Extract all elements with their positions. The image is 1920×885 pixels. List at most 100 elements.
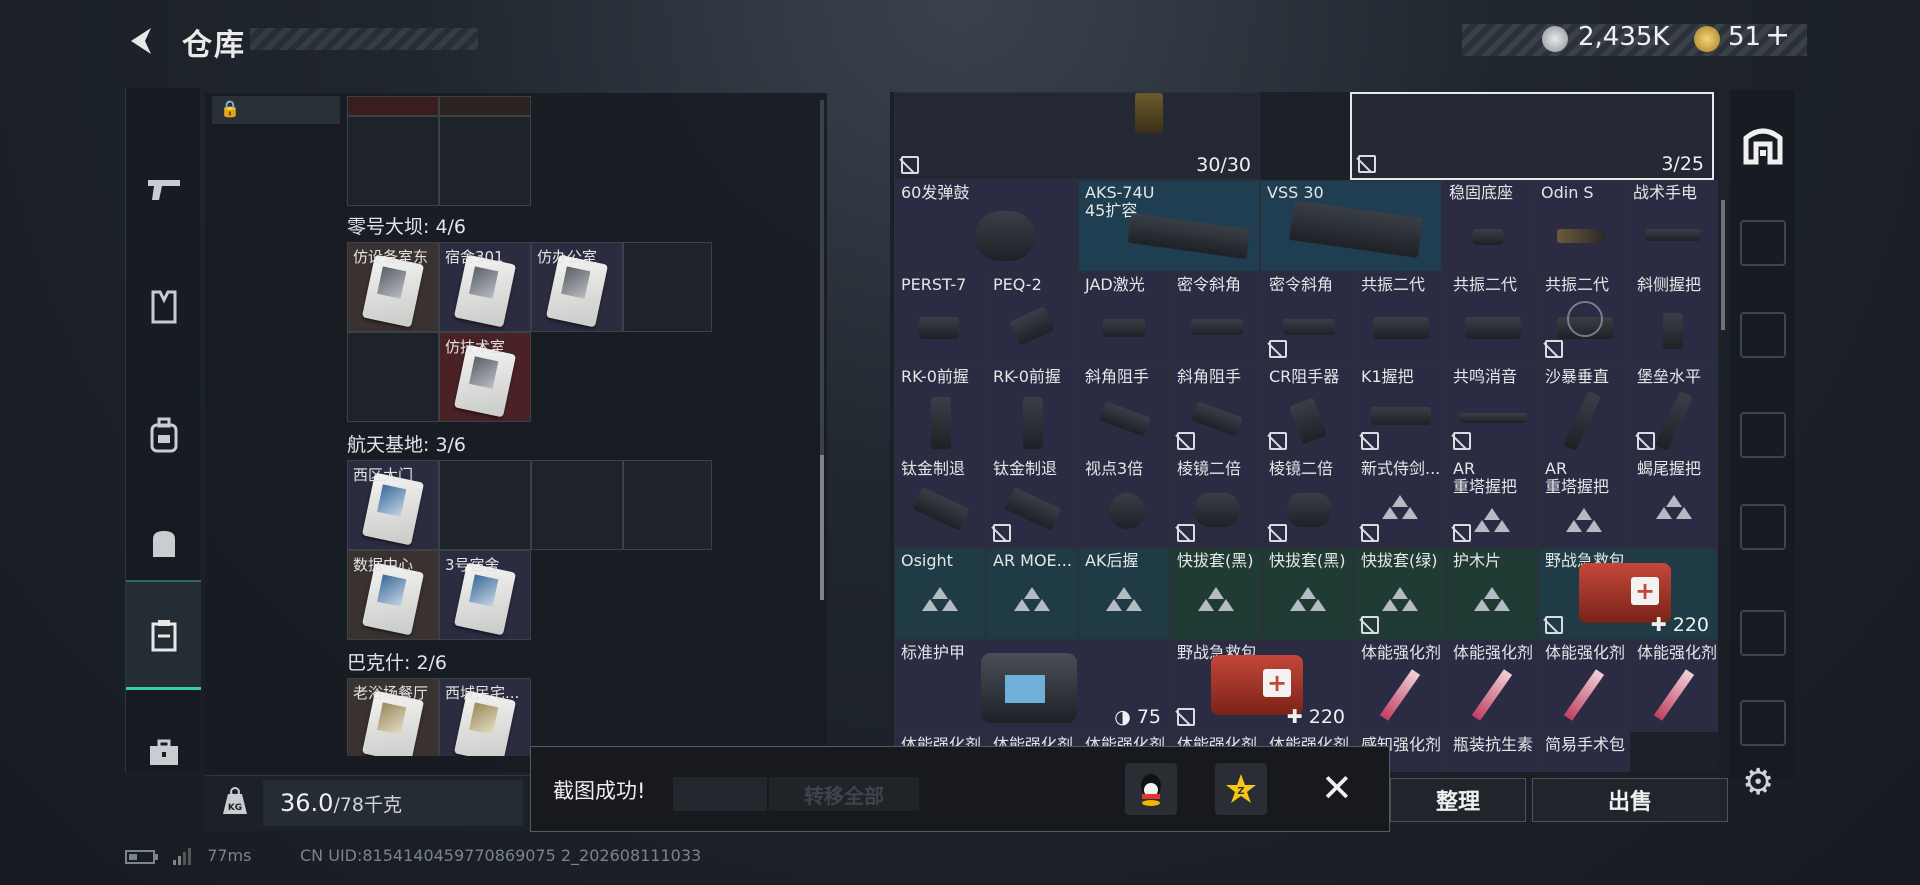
inventory-item[interactable]: VSS 30 [1260,180,1442,272]
inventory-item[interactable]: 瓶装抗生素 [1446,732,1538,772]
storage-tab-5-icon[interactable] [1740,610,1786,656]
nav-weapons[interactable] [126,134,201,244]
inventory-item[interactable]: 视点3倍 [1078,456,1170,548]
grid-cell[interactable] [347,332,439,422]
inventory-item[interactable]: 护木片 [1446,548,1538,640]
inventory-item[interactable]: RK-0前握 [894,364,986,456]
inventory-item[interactable]: Osight [894,548,986,640]
inventory-item[interactable]: 体能强化剂 [1354,640,1446,732]
inventory-item[interactable]: PEQ-2 [986,272,1078,364]
inventory-item[interactable]: 蝎尾握把 [1630,456,1718,548]
nav-case[interactable] [126,698,201,808]
inventory-item[interactable]: 密令斜角 [1262,272,1354,364]
inventory-item[interactable]: 快拔套(绿) [1354,548,1446,640]
inventory-item[interactable]: 共振二代 [1446,272,1538,364]
inventory-item[interactable]: 野战急救包 + ✚ 220 [1170,640,1354,732]
inventory-item[interactable]: 稳固底座 [1442,180,1534,272]
locked-slot[interactable]: 🔒 [212,96,340,124]
inventory-item[interactable]: 共振二代 [1354,272,1446,364]
inventory-item-selected[interactable]: 3/25 [1350,92,1714,180]
inventory-item[interactable]: 野战急救包 + ✚ 220 [1538,548,1718,640]
storage-tab-1-icon[interactable] [1740,504,1786,550]
storage-tab-6-icon[interactable] [1740,700,1786,746]
group-label: 航天基地: 3/6 [347,434,467,456]
grid-cell[interactable] [623,460,712,550]
keycard-slot[interactable]: 西区大门 [347,460,439,550]
left-scrollbar-thumb[interactable] [820,455,824,600]
transfer-all-button-behind[interactable]: 转移全部 [769,777,919,811]
inventory-item[interactable]: 堡垒水平 [1630,364,1718,456]
keycard-slot[interactable]: 宿舍301 [439,242,531,332]
keycard-slot[interactable]: 仿办公室 [531,242,623,332]
back-arrow-icon[interactable] [125,24,159,58]
add-currency-button[interactable]: + [1765,18,1790,53]
inventory-item[interactable]: 棱镜二倍 [1170,456,1262,548]
nav-storage[interactable] [126,580,201,690]
inventory-item[interactable]: 共振二代 [1538,272,1630,364]
close-icon[interactable]: ✕ [1321,769,1353,807]
keycard-slot[interactable]: 西城民宅... [439,678,531,756]
inventory-item[interactable]: Odin S [1534,180,1626,272]
sell-button[interactable]: 出售 [1532,778,1728,822]
grid-cell[interactable] [623,242,712,332]
inventory-item[interactable]: 斜角阻手 [1078,364,1170,456]
inventory-item[interactable]: 快拔套(黑) [1262,548,1354,640]
inventory-item[interactable]: AK后握 [1078,548,1170,640]
item-image [1127,212,1251,260]
keycard-slot[interactable]: 3号宿舍 [439,550,531,640]
silver-amount: 2,435K [1578,22,1670,52]
qq-icon[interactable] [1125,763,1177,815]
inventory-item[interactable]: 60发弹鼓 [894,180,1078,272]
inventory-item[interactable]: 体能强化剂 [1446,640,1538,732]
inventory-item[interactable]: 快拔套(黑) [1170,548,1262,640]
inventory-item[interactable]: 钛金制退 [986,456,1078,548]
qzone-icon[interactable]: Z [1215,763,1267,815]
grid-cell[interactable] [531,460,623,550]
inventory-item[interactable]: 棱镜二倍 [1262,456,1354,548]
item-image [1283,319,1335,335]
inventory-item[interactable]: 新式侍剑... [1354,456,1446,548]
inventory-item[interactable]: 斜侧握把 [1630,272,1718,364]
settings-icon[interactable]: ⚙ [1742,762,1774,803]
inventory-item[interactable]: AR 重塔握把 [1446,456,1538,548]
inventory-item[interactable]: 体能强化剂 [1630,640,1718,732]
sort-button[interactable]: 整理 [1390,778,1526,822]
keycard-slot[interactable]: 仿技术室 [439,332,531,422]
inventory-item[interactable]: 钛金制退 [894,456,986,548]
grid-cell[interactable] [439,460,531,550]
keycard-slot[interactable]: 老浴场餐厅 [347,678,439,756]
inventory-item[interactable]: JAD激光 [1078,272,1170,364]
inventory-item[interactable]: RK-0前握 [986,364,1078,456]
inventory-scrollbar[interactable] [1721,200,1725,330]
grid-cell[interactable] [347,116,439,206]
battery-icon [125,849,158,864]
inventory-item[interactable]: 密令斜角 [1170,272,1262,364]
inventory-item[interactable]: 共鸣消音 [1446,364,1538,456]
inventory-item[interactable]: 斜角阻手 [1170,364,1262,456]
keycard-slot[interactable]: 数据中心 [347,550,439,640]
inventory-item[interactable]: 体能强化剂 [1538,640,1630,732]
inventory-item[interactable]: 简易手术包 [1538,732,1630,772]
inventory-item[interactable]: AKS-74U 45扩容 [1078,180,1260,272]
grid-cell[interactable] [439,96,531,116]
inventory-item[interactable]: 战术手电 [1626,180,1718,272]
storage-tab-4-icon[interactable] [1740,220,1786,266]
inventory-item[interactable]: 标准护甲 ◑ 75 [894,640,1170,732]
inventory-item[interactable]: K1握把 [1354,364,1446,456]
inventory-item[interactable]: 30/30 [894,92,1260,180]
keycard-slot[interactable]: 仿设备室东 [347,242,439,332]
inventory-item[interactable]: PERST-7 [894,272,986,364]
warehouse-page-icon[interactable] [1740,122,1786,168]
grid-cell[interactable] [439,116,531,206]
storage-tab-3-icon[interactable] [1740,312,1786,358]
inventory-item[interactable]: AR 重塔握把 [1538,456,1630,548]
inventory-item[interactable]: CR阻手器 [1262,364,1354,456]
nav-vest[interactable] [126,252,201,362]
nav-backpack[interactable] [126,380,201,490]
grid-cell[interactable] [347,96,439,116]
inventory-item[interactable]: AR MOE... [986,548,1078,640]
storage-icon [151,619,176,651]
inventory-item[interactable]: 沙暴垂直 [1538,364,1630,456]
uid-text: CN UID:8154140459770869075 2_20260811103… [300,846,702,865]
storage-tab-2-icon[interactable] [1740,412,1786,458]
